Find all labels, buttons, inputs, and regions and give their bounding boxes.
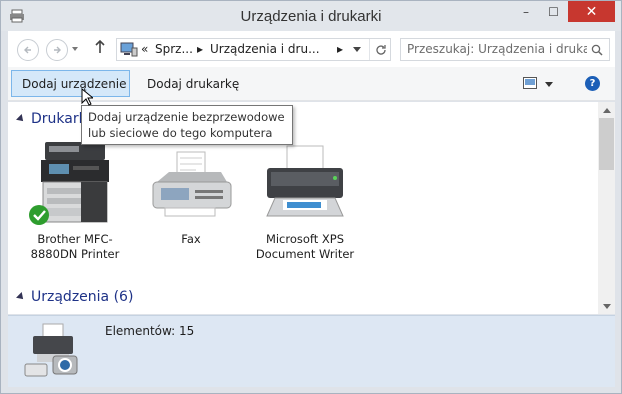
printer-label-xps: Microsoft XPS Document Writer (255, 232, 355, 261)
address-bar: « Sprz... ▸ Urządzenia i dru... ▸ (8, 31, 615, 67)
recent-locations-dropdown-icon[interactable] (71, 45, 79, 53)
breadcrumb-devices-sound[interactable]: Sprz... (155, 42, 193, 56)
address-path[interactable]: « Sprz... ▸ Urządzenia i dru... ▸ (116, 38, 391, 61)
chevron-down-icon[interactable] (353, 47, 361, 52)
help-button[interactable]: ? (585, 76, 600, 91)
add-device-button[interactable]: Dodaj urządzenie (11, 70, 130, 97)
chevron-down-icon (602, 303, 611, 309)
default-printer-check-icon (29, 205, 49, 225)
breadcrumb-overflow[interactable]: « (141, 42, 148, 56)
group-devices-title: Urządzenia (6) (31, 289, 134, 305)
fax-icon (152, 151, 232, 217)
refresh-icon (375, 44, 386, 55)
xps-printer-icon (266, 145, 344, 217)
scroll-thumb[interactable] (599, 118, 614, 170)
printer-item-fax[interactable]: Fax (136, 138, 246, 247)
breadcrumb-separator-end[interactable]: ▸ (337, 42, 343, 56)
minimize-button[interactable]: – (512, 1, 540, 22)
view-options-dropdown-icon[interactable] (545, 82, 553, 87)
scroll-up-button[interactable] (598, 102, 615, 118)
collapse-triangle-icon[interactable] (16, 114, 26, 124)
search-input[interactable] (407, 42, 587, 56)
search-box[interactable] (400, 38, 610, 61)
command-bar: Dodaj urządzenie Dodaj drukarkę ? (8, 67, 615, 101)
collapse-triangle-icon[interactable] (16, 292, 26, 302)
group-printers[interactable]: Drukarki (16, 109, 91, 129)
scroll-down-button[interactable] (598, 298, 615, 314)
chevron-up-icon (602, 107, 611, 113)
arrow-left-icon (24, 46, 31, 54)
back-button[interactable] (17, 39, 39, 61)
refresh-button[interactable] (369, 39, 391, 60)
search-icon[interactable] (591, 44, 603, 56)
mouse-cursor-icon (81, 88, 93, 106)
control-panel-icon (120, 42, 138, 57)
details-pane: Elementów: 15 (8, 315, 615, 387)
add-device-tooltip: Dodaj urządzenie bezprzewodowe lub sieci… (81, 105, 293, 145)
group-devices[interactable]: Urządzenia (6) (16, 287, 134, 307)
devices-printers-window: Urządzenia i drukarki – ☐ ✕ « Sprz... ▸ … (0, 0, 622, 394)
close-button[interactable]: ✕ (568, 1, 615, 22)
breadcrumb-devices-printers[interactable]: Urządzenia i dru... (210, 42, 320, 56)
forward-button[interactable] (46, 39, 68, 61)
change-view-icon[interactable] (523, 77, 537, 89)
up-arrow-icon[interactable] (94, 39, 106, 55)
printer-label-brother: Brother MFC-8880DN Printer (30, 232, 120, 261)
vertical-scrollbar[interactable] (598, 102, 615, 314)
printer-item-brother[interactable]: Brother MFC-8880DN Printer (20, 138, 130, 262)
item-count: Elementów: 15 (105, 324, 195, 338)
printer-item-xps[interactable]: Microsoft XPS Document Writer (250, 138, 360, 262)
breadcrumb-separator[interactable]: ▸ (197, 42, 203, 56)
multifunction-printer-icon (29, 142, 109, 225)
title-bar: Urządzenia i drukarki – ☐ ✕ (1, 1, 621, 31)
arrow-right-icon (54, 46, 61, 54)
maximize-button[interactable]: ☐ (540, 1, 567, 22)
devices-printers-large-icon (24, 323, 78, 377)
printer-label-fax: Fax (181, 232, 201, 246)
add-printer-button[interactable]: Dodaj drukarkę (137, 70, 249, 97)
